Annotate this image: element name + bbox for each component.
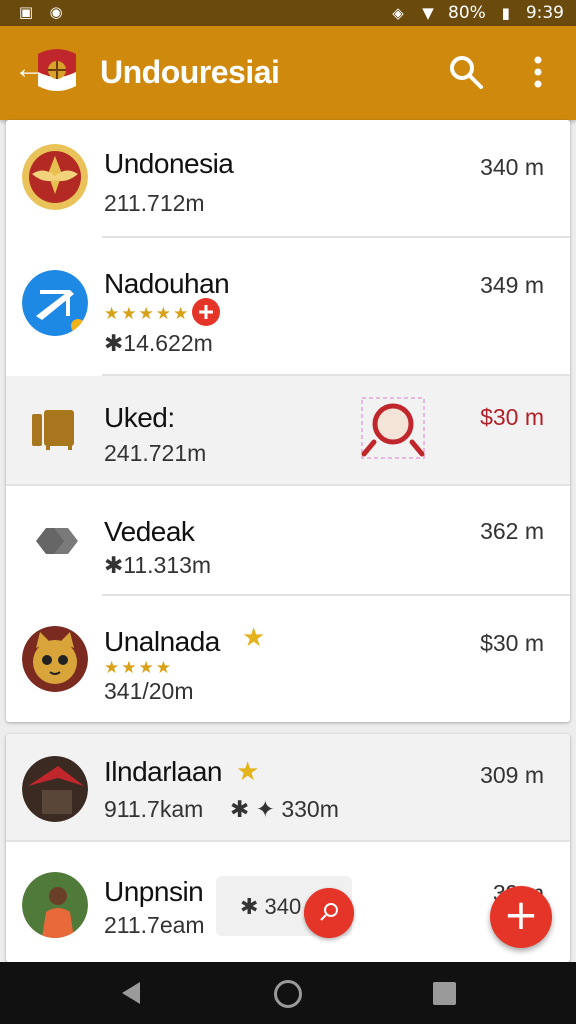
person-photo-icon <box>22 872 88 938</box>
blue-app-icon <box>22 270 88 336</box>
gray-shape-icon <box>36 528 78 554</box>
list-card: Undonesia 211.712m 340 m Nadouhan ★★★★★ … <box>6 120 570 722</box>
nfc-icon: ◈ <box>392 4 404 22</box>
image-icon: ▣ <box>18 3 34 21</box>
item-subtitle-extra: ✱ ✦ 330m <box>230 796 339 822</box>
list-item[interactable]: Uked: 241.721m $30 m <box>6 376 570 486</box>
item-subtitle: ✱11.313m <box>104 552 212 578</box>
nav-recent-icon[interactable] <box>433 982 456 1005</box>
list-item[interactable]: Undonesia 211.712m 340 m <box>6 120 570 238</box>
list-item[interactable]: Unalnada ★ ★★★★ 341/20m $30 m <box>6 596 570 722</box>
battery-level: 80% <box>448 3 486 23</box>
rating-stars: ★★★★★ <box>104 304 191 323</box>
list-item[interactable]: Ilndarlaan ★ 911.7kam ✱ ✦ 330m 309 m <box>6 734 570 842</box>
cat-avatar-icon <box>22 626 88 692</box>
app-bar: ← Undouresiai <box>0 26 576 120</box>
search-pin-icon[interactable] <box>304 888 354 938</box>
item-subtitle: 341/20m <box>104 678 194 704</box>
magnifier-sticker-icon <box>361 397 425 459</box>
item-name: Unalnada <box>104 626 220 657</box>
item-value: 349 m <box>480 272 544 298</box>
item-subtitle: 211.712m <box>104 190 205 216</box>
item-name: Unpnsin <box>104 876 204 907</box>
item-name: Uked: <box>104 402 175 433</box>
item-name: Vedeak <box>104 516 195 547</box>
item-name: Ilndarlaan <box>104 756 222 787</box>
item-subtitle: 911.7kam <box>104 796 204 822</box>
nav-back-icon[interactable] <box>118 980 144 1006</box>
status-bar: ▣ ◉ ◈ ▼ 80% ▮ 9:39 <box>0 0 576 26</box>
item-value: 362 m <box>480 518 544 544</box>
wifi-icon: ▼ <box>422 4 434 22</box>
item-subtitle: ✱14.622m <box>104 330 213 356</box>
rating-stars: ★★★★ <box>104 658 173 677</box>
more-vert-icon[interactable] <box>524 52 552 92</box>
brown-folder-icon <box>32 410 74 450</box>
chip-label: ✱ 340 <box>240 894 302 919</box>
search-icon[interactable] <box>446 52 486 92</box>
battery-icon: ▮ <box>501 4 510 22</box>
item-value: 340 m <box>480 154 544 180</box>
item-value: $30 m <box>480 404 544 430</box>
flag-emblem-icon <box>38 49 76 91</box>
garuda-emblem-icon <box>22 144 88 210</box>
item-name: Undonesia <box>104 148 234 179</box>
item-subtitle: 241.721m <box>104 440 207 466</box>
red-roof-icon <box>22 756 88 822</box>
list-item[interactable]: Nadouhan ★★★★★ ✱14.622m 349 m <box>6 238 570 376</box>
item-subtitle: 211.7eam <box>104 912 205 938</box>
add-badge-icon[interactable] <box>192 298 220 326</box>
add-fab-button[interactable]: + <box>490 886 552 948</box>
item-value: $30 m <box>480 630 544 656</box>
floating-chip[interactable]: ✱ 340 <box>216 876 354 938</box>
list-item[interactable]: Vedeak ✱11.313m 362 m <box>6 486 570 596</box>
globe-icon: ◉ <box>49 3 63 21</box>
app-title: Undouresiai <box>100 54 280 90</box>
nav-home-icon[interactable] <box>274 980 302 1008</box>
favorite-star-icon[interactable]: ★ <box>242 622 265 653</box>
system-nav-bar <box>0 962 576 1024</box>
favorite-star-icon[interactable]: ★ <box>236 756 259 787</box>
item-name: Nadouhan <box>104 268 230 299</box>
clock: 9:39 <box>525 3 564 23</box>
item-value: 309 m <box>480 762 544 788</box>
